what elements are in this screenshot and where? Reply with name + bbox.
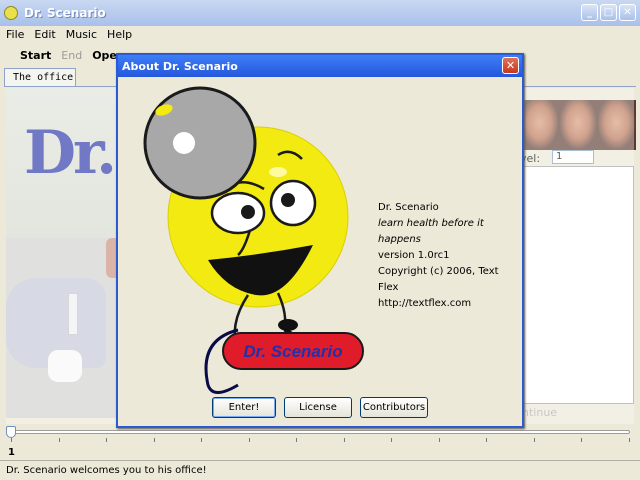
main-titlebar[interactable]: Dr. Scenario _ □ ✕ (0, 0, 640, 26)
app-smiley-icon (4, 6, 18, 20)
slider-tick (248, 438, 250, 442)
slider-tick (533, 438, 535, 442)
continue-button[interactable]: ntinue (522, 404, 634, 422)
head-mirror-icon (143, 86, 257, 200)
dialog-close-button[interactable]: ✕ (502, 57, 519, 74)
slider-tick (628, 438, 630, 442)
dialog-title[interactable]: About Dr. Scenario (118, 55, 522, 77)
slider-tick (486, 438, 487, 442)
window-title: Dr. Scenario (24, 6, 106, 20)
scene-logo: Dr. (24, 118, 117, 188)
tab-the-office[interactable]: The office (4, 68, 76, 86)
menubar: File Edit Music Help (0, 26, 640, 42)
slider-track (10, 430, 630, 434)
slider-tick (438, 438, 440, 442)
portrait-2[interactable] (558, 100, 598, 150)
minimize-button[interactable]: _ (581, 4, 598, 21)
portrait-3[interactable] (597, 100, 637, 150)
slider-value: 1 (8, 447, 15, 458)
dialog-logo-badge: Dr. Scenario (222, 332, 364, 370)
slider-tick (391, 438, 392, 442)
about-tagline: learn health before it happens (378, 218, 484, 245)
scene-image: Dr. (6, 88, 120, 418)
about-dialog: About Dr. Scenario ✕ Dr. Scenario Dr. Sc… (116, 53, 524, 428)
status-bar: Dr. Scenario welcomes you to his office! (0, 460, 640, 480)
about-app-name: Dr. Scenario (378, 202, 439, 213)
slider-tick (58, 438, 60, 442)
dialog-buttons: Enter! License Contributors (212, 397, 428, 418)
menu-music[interactable]: Music (66, 28, 97, 41)
contributors-button[interactable]: Contributors (360, 397, 428, 418)
start-button[interactable]: Start (20, 49, 51, 62)
end-button[interactable]: End (61, 49, 82, 62)
slider-thumb[interactable] (6, 426, 16, 438)
timeline-slider[interactable] (6, 426, 634, 446)
about-copyright: Copyright (c) 2006, Text Flex (378, 266, 499, 293)
slider-tick (201, 438, 202, 442)
level-input[interactable]: 1 (552, 150, 594, 164)
portrait-1[interactable] (520, 100, 559, 150)
slider-tick (153, 438, 155, 442)
dr-scenario-smiley-logo: Dr. Scenario (143, 86, 364, 394)
license-button[interactable]: License (284, 397, 352, 418)
menu-help[interactable]: Help (107, 28, 132, 41)
about-info: Dr. Scenario learn health before it happ… (378, 200, 522, 312)
scene-shoe (48, 350, 82, 382)
slider-tick (581, 438, 582, 442)
slider-tick (296, 438, 297, 442)
right-text-area[interactable] (522, 166, 634, 404)
menu-file[interactable]: File (6, 28, 24, 41)
slider-tick (106, 438, 107, 442)
menu-edit[interactable]: Edit (34, 28, 55, 41)
slider-tick (343, 438, 345, 442)
slider-tick (11, 438, 12, 442)
scene-bottle (68, 293, 78, 335)
close-button[interactable]: ✕ (619, 4, 636, 21)
about-url[interactable]: http://textflex.com (378, 296, 522, 312)
enter-button[interactable]: Enter! (212, 397, 276, 418)
character-portraits (520, 100, 637, 150)
maximize-button[interactable]: □ (600, 4, 617, 21)
logo-badge-text: Dr. Scenario (243, 342, 342, 361)
about-version: version 1.0rc1 (378, 250, 450, 261)
